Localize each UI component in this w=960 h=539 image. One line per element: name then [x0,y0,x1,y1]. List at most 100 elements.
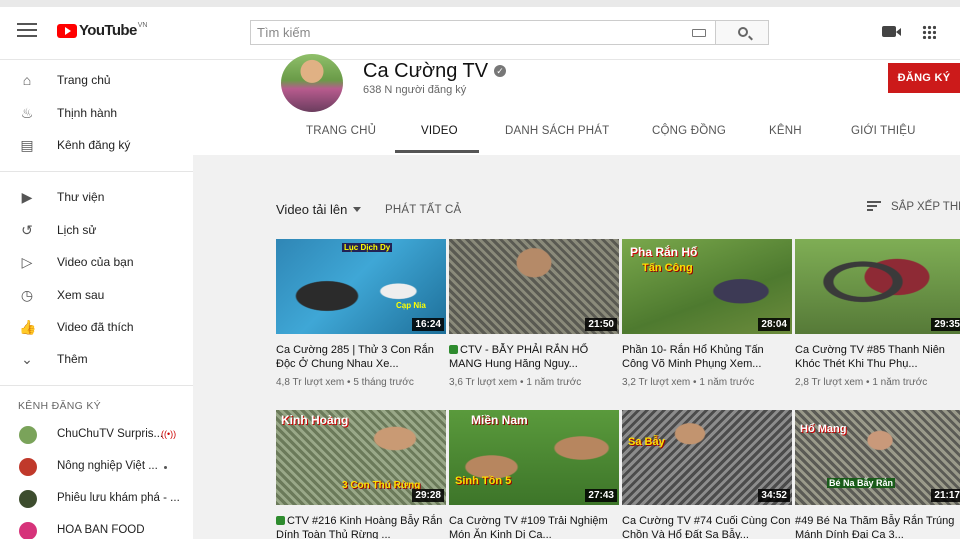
your-videos-icon: ▷ [21,254,33,270]
caret-down-icon [353,207,362,212]
video-meta: 4,8 Tr lượt xem • 5 tháng trước [276,377,414,388]
sidebar-item-subscriptions[interactable]: ▤ Kênh đăng ký [0,129,193,161]
channel-name: Ca Cường TV ✓ [363,60,507,83]
sidebar-item-watch-later[interactable]: ◷ Xem sau [0,279,193,311]
uploads-dropdown[interactable]: Video tải lên [276,202,362,217]
youtube-play-icon [57,23,77,38]
video-title[interactable]: Ca Cường TV #85 Thanh Niên Khóc Thét Khi… [795,343,960,371]
fire-icon: ♨ [20,105,34,121]
play-all-button[interactable]: PHÁT TẤT CẢ [385,204,461,216]
video-duration: 29:35 [931,318,960,331]
channel-avatar [19,458,37,476]
search-button[interactable] [715,20,769,45]
sort-icon [867,201,881,211]
channel-avatar[interactable] [281,54,343,112]
video-thumbnail[interactable]: Miền Nam Sinh Tồn 5 27:43 [449,410,619,505]
video-card[interactable]: Pha Rắn Hổ Tấn Công 28:04 Phần 10- Rắn H… [622,239,792,388]
logo-text: YouTube [79,22,137,39]
logo-region: VN [137,22,148,29]
sidebar-item-more[interactable]: ⌄ Thêm [0,343,193,375]
apps-grid-icon[interactable] [922,25,936,39]
video-title[interactable]: CTV #216 Kinh Hoàng Bẫy Rắn Dính Toàn Th… [276,514,446,539]
browser-strip [0,0,960,7]
video-card[interactable]: Hổ Mang Bé Na Bẫy Rắn 21:17 #49 Bé Na Th… [795,410,960,539]
active-tab-indicator [395,150,479,153]
channel-header: Ca Cường TV ✓ 638 N người đăng ký ĐĂNG KÝ… [193,54,960,155]
youtube-logo[interactable]: YouTube VN [57,22,147,39]
sidebar-item-label: Thêm [57,352,88,366]
keyboard-icon[interactable] [692,29,706,37]
video-duration: 27:43 [585,489,617,502]
sidebar-item-label: Trang chủ [57,73,111,87]
view-count: 3,6 Tr lượt xem [449,377,518,388]
video-thumbnail[interactable]: 29:35 [795,239,960,334]
sidebar-item-label: Lịch sử [57,223,97,237]
video-title-text: CTV #216 Kinh Hoàng Bẫy Rắn Dính Toàn Th… [276,515,443,539]
verified-check-icon: ✓ [494,65,507,77]
video-card[interactable]: Sa Bẫy 34:52 Ca Cường TV #74 Cuối Cùng C… [622,410,792,539]
tab-channels[interactable]: KÊNH [769,125,802,137]
video-thumbnail[interactable]: 21:50 [449,239,619,334]
video-meta: 3,2 Tr lượt xem • 1 năm trước [622,377,755,388]
chevron-down-icon: ⌄ [21,351,33,367]
channel-avatar [19,522,37,539]
tab-community[interactable]: CỘNG ĐỒNG [652,125,726,137]
sidebar-item-label: Thịnh hành [57,106,118,120]
subscription-label: ChuChuTV Surpris... [57,428,164,440]
thumbs-up-icon: 👍 [19,319,37,335]
sidebar-item-label: Kênh đăng ký [57,138,131,152]
sidebar-item-library[interactable]: ▶ Thư viện [0,181,193,213]
thumbnail-caption: Kinh Hoàng [281,413,349,427]
video-duration: 29:28 [412,489,444,502]
live-icon: ((•)) [161,429,177,439]
video-title[interactable]: Ca Cường TV #74 Cuối Cùng Con Chồn Và Hổ… [622,514,792,539]
subscription-item[interactable]: HOA BAN FOOD [0,515,193,539]
tab-home[interactable]: TRANG CHỦ [306,125,376,137]
video-thumbnail[interactable]: Kinh Hoàng 3 Con Thú Rừng 29:28 [276,410,446,505]
sidebar-item-liked-videos[interactable]: 👍 Video đã thích [0,311,193,343]
subscriptions-icon: ▤ [20,137,34,153]
video-duration: 21:17 [931,489,960,502]
home-icon: ⌂ [22,72,32,88]
sidebar-item-your-videos[interactable]: ▷ Video của bạn [0,246,193,278]
sidebar-item-history[interactable]: ↺ Lịch sử [0,214,193,246]
sidebar-item-trending[interactable]: ♨ Thịnh hành [0,97,193,129]
subscription-item[interactable]: ChuChuTV Surpris... ((•)) [0,419,193,451]
sidebar-item-label: Thư viện [57,190,105,204]
video-card[interactable]: Kinh Hoàng 3 Con Thú Rừng 29:28 CTV #216… [276,410,446,539]
video-card[interactable]: Miền Nam Sinh Tồn 5 27:43 Ca Cường TV #1… [449,410,619,539]
video-thumbnail[interactable]: Lục Dịch Dy Cạp Nia 16:24 [276,239,446,334]
create-video-icon[interactable] [882,26,901,37]
video-title[interactable]: Ca Cường TV #109 Trải Nghiệm Món Ăn Kinh… [449,514,619,539]
thumbnail-caption: Cạp Nia [396,301,426,310]
video-title[interactable]: Ca Cường 285 | Thử 3 Con Rắn Độc Ở Chung… [276,343,446,371]
subscription-label: Phiêu lưu khám phá - ... [57,492,180,504]
tab-about[interactable]: GIỚI THIỆU [851,125,916,137]
video-card[interactable]: 29:35 Ca Cường TV #85 Thanh Niên Khóc Th… [795,239,960,388]
video-title[interactable]: #49 Bé Na Thăm Bẫy Rắn Trúng Mánh Dính Đ… [795,514,960,539]
tab-playlists[interactable]: DANH SÁCH PHÁT [505,125,609,137]
subscription-item[interactable]: Phiêu lưu khám phá - ... [0,483,193,515]
sort-label: SẮP XẾP THEO [891,201,960,213]
video-meta: 3,6 Tr lượt xem • 1 năm trước [449,377,582,388]
sidebar-item-label: Video của bạn [57,255,134,269]
video-thumbnail[interactable]: Pha Rắn Hổ Tấn Công 28:04 [622,239,792,334]
subscribe-button[interactable]: ĐĂNG KÝ [888,63,960,93]
tab-videos[interactable]: VIDEO [421,125,458,137]
search-input[interactable] [251,21,681,44]
search-box [250,20,716,45]
video-thumbnail[interactable]: Sa Bẫy 34:52 [622,410,792,505]
video-title[interactable]: CTV - BẪY PHẢI RẮN HỔ MANG Hung Hăng Ngu… [449,343,619,371]
video-thumbnail[interactable]: Hổ Mang Bé Na Bẫy Rắn 21:17 [795,410,960,505]
thumbnail-caption: Hổ Mang [800,423,847,435]
subscription-label: Nông nghiệp Việt ... [57,460,158,472]
video-title[interactable]: Phần 10- Rắn Hổ Khủng Tấn Công Võ Minh P… [622,343,792,371]
video-card[interactable]: 21:50 CTV - BẪY PHẢI RẮN HỔ MANG Hung Hă… [449,239,619,388]
thumbnail-caption: Bé Na Bẫy Rắn [827,478,896,488]
video-card[interactable]: Lục Dịch Dy Cạp Nia 16:24 Ca Cường 285 |… [276,239,446,388]
hamburger-menu-icon[interactable] [17,23,37,39]
subscription-label: HOA BAN FOOD [57,524,145,536]
subscription-item[interactable]: Nông nghiệp Việt ... [0,451,193,483]
sort-button[interactable]: SẮP XẾP THEO [867,201,960,213]
sidebar-item-home[interactable]: ⌂ Trang chủ [0,64,193,96]
